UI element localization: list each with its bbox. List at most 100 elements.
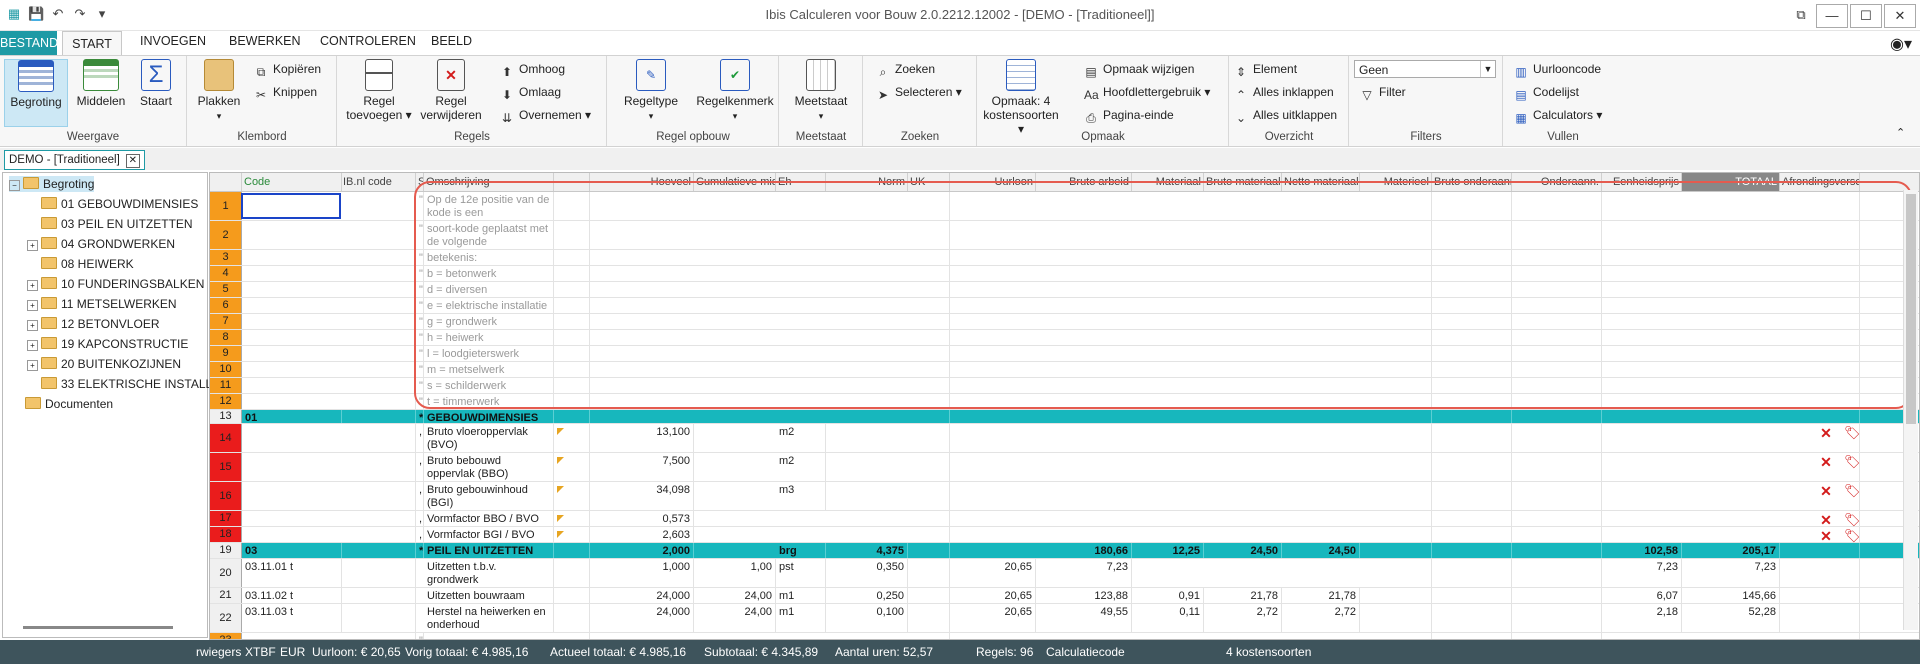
regeltype-button[interactable]: ✎ Regeltype ▾ [618, 59, 684, 123]
omhoog-button[interactable]: ⬆ Omhoog [500, 62, 565, 79]
tree-node[interactable]: +19 KAPCONSTRUCTIE [27, 336, 188, 352]
cell-s[interactable]: , [416, 453, 424, 481]
cell-desc[interactable]: Bruto vloeroppervlak (BVO) [424, 424, 554, 452]
grid-cell[interactable] [1780, 543, 1860, 558]
opmaak-wijzigen-button[interactable]: ▤ Opmaak wijzigen [1084, 62, 1194, 79]
cell-qty[interactable]: 13,100 [590, 424, 694, 452]
filter-dropdown[interactable]: Geen ▼ [1354, 60, 1496, 78]
grid-cell[interactable] [1512, 604, 1602, 632]
grid-cell[interactable] [341, 527, 416, 542]
row-number[interactable]: 21 [210, 588, 242, 603]
grid-cell[interactable] [341, 314, 416, 329]
close-tab-icon[interactable]: ✕ [125, 154, 140, 168]
middelen-button[interactable]: Middelen [72, 59, 130, 108]
row-number[interactable]: 1 [210, 192, 242, 220]
grid-cell[interactable] [341, 378, 416, 393]
grid-cell[interactable] [1512, 527, 1602, 542]
cell-s[interactable]: * [416, 543, 424, 558]
element-button[interactable]: ⇕ Element [1234, 62, 1297, 79]
staart-button[interactable]: Σ Staart [134, 59, 178, 108]
grid-cell[interactable] [1432, 633, 1512, 639]
cell-code[interactable]: 03.11.03 t [242, 604, 342, 632]
delete-row-icon[interactable]: ✕ [1819, 513, 1833, 527]
cell-desc[interactable]: PEIL EN UITZETTEN [424, 543, 554, 558]
cell-cum[interactable]: 24,00 [694, 604, 776, 632]
cell-ep[interactable]: 102,58 [1602, 543, 1682, 558]
row-number[interactable]: 7 [210, 314, 242, 329]
cell-s[interactable]: , [416, 424, 424, 452]
row-number[interactable]: 3 [210, 250, 242, 265]
cell-norm[interactable]: 0,350 [826, 559, 908, 587]
grid-cell[interactable] [341, 266, 416, 281]
begroting-button[interactable]: Begroting [4, 59, 68, 127]
cell-desc[interactable]: Uitzetten bouwraam [424, 588, 554, 603]
tree-node[interactable]: +12 BETONVLOER [27, 316, 159, 332]
cell-bm[interactable]: 21,78 [1204, 588, 1282, 603]
row-number[interactable]: 8 [210, 330, 242, 345]
cell-eh[interactable]: m1 [776, 588, 826, 603]
grid-cell[interactable] [341, 482, 416, 510]
opmaak-kostensoorten-button[interactable]: Opmaak: 4 kostensoorten ▾ [982, 59, 1060, 136]
grid-cell[interactable] [908, 559, 950, 587]
close-button[interactable]: ✕ [1884, 4, 1916, 28]
cell-qty[interactable]: 34,098 [590, 482, 694, 510]
chapter-row[interactable]: 19 03 * PEIL EN UITZETTEN 2,000 brg 4,375 180,6… [210, 543, 1919, 559]
active-cell[interactable] [241, 193, 341, 219]
cell-norm[interactable]: 0,250 [826, 588, 908, 603]
table-row[interactable]: 18, Vormfactor BGI / BVO 2,603 ✕ 🏷 [210, 527, 1919, 543]
cell-qty[interactable]: 1,000 [590, 559, 694, 587]
grid-cell[interactable] [908, 588, 950, 603]
grid-cell[interactable] [554, 604, 590, 632]
grid-cell[interactable] [908, 482, 950, 510]
collapse-ribbon-icon[interactable]: ⌃ [1896, 126, 1905, 139]
delete-row-icon[interactable]: ✕ [1819, 455, 1833, 469]
tree-node[interactable]: +04 GRONDWERKEN [27, 236, 175, 252]
regel-toevoegen-button[interactable]: Regel toevoegen ▾ [346, 59, 412, 122]
cell-qty[interactable]: 0,573 [590, 511, 694, 526]
cell-mat[interactable]: 0,11 [1132, 604, 1204, 632]
cell-tot[interactable]: 205,17 [1682, 543, 1780, 558]
cell-ep[interactable]: 2,18 [1602, 604, 1682, 632]
grid-cell[interactable] [1432, 527, 1512, 542]
cell-eh[interactable]: m2 [776, 453, 826, 481]
expand-toggle-icon[interactable]: + [27, 360, 38, 371]
tree-node[interactable]: +11 METSELWERKEN [27, 296, 177, 312]
grid-cell[interactable] [1512, 453, 1602, 481]
tree-horizontal-scrollbar[interactable] [23, 626, 173, 629]
grid-cell[interactable] [341, 221, 416, 249]
row-number[interactable]: 11 [210, 378, 242, 393]
grid-cell[interactable] [341, 410, 416, 423]
grid-cell[interactable] [341, 424, 416, 452]
cell-qty[interactable]: 24,000 [590, 588, 694, 603]
row-number[interactable]: 14 [210, 424, 242, 452]
row-number[interactable]: 16 [210, 482, 242, 510]
pagina-einde-button[interactable]: ⎙ Pagina-einde [1084, 108, 1174, 125]
cell-desc[interactable]: Bruto bebouwd oppervlak (BBO) [424, 453, 554, 481]
delete-row-icon[interactable]: ✕ [1819, 529, 1833, 543]
expand-toggle-icon[interactable]: + [27, 300, 38, 311]
plakken-button[interactable]: Plakken ▾ [192, 59, 246, 123]
row-number[interactable]: 22 [210, 604, 242, 632]
expand-toggle-icon[interactable]: + [27, 340, 38, 351]
cell-ep[interactable]: 7,23 [1602, 559, 1682, 587]
grid-cell[interactable] [1360, 604, 1432, 632]
tab-bestand[interactable]: BESTAND [0, 31, 58, 55]
grid-cell[interactable] [908, 604, 950, 632]
grid-cell[interactable] [554, 424, 590, 452]
tree-node[interactable]: 03 PEIL EN UITZETTEN [41, 216, 193, 232]
table-row[interactable]: 21 03.11.02 t Uitzetten bouwraam 24,000 24,0… [210, 588, 1919, 604]
row-number[interactable]: 19 [210, 543, 242, 558]
omlaag-button[interactable]: ⬇ Omlaag [500, 85, 561, 102]
grid-cell[interactable] [341, 330, 416, 345]
cell-desc[interactable]: Herstel na heiwerken en onderhoud [424, 604, 554, 632]
row-number[interactable]: 9 [210, 346, 242, 361]
row-number[interactable]: 6 [210, 298, 242, 313]
grid-cell[interactable] [908, 511, 950, 526]
grid-cell[interactable] [554, 559, 590, 587]
tree-node[interactable]: Documenten [25, 396, 113, 412]
tree-node[interactable]: +10 FUNDERINGSBALKEN [27, 276, 204, 292]
grid-cell[interactable] [1432, 511, 1512, 526]
grid-cell[interactable] [1432, 410, 1512, 423]
column-header[interactable]: Code [242, 173, 342, 191]
grid-cell[interactable] [341, 453, 416, 481]
